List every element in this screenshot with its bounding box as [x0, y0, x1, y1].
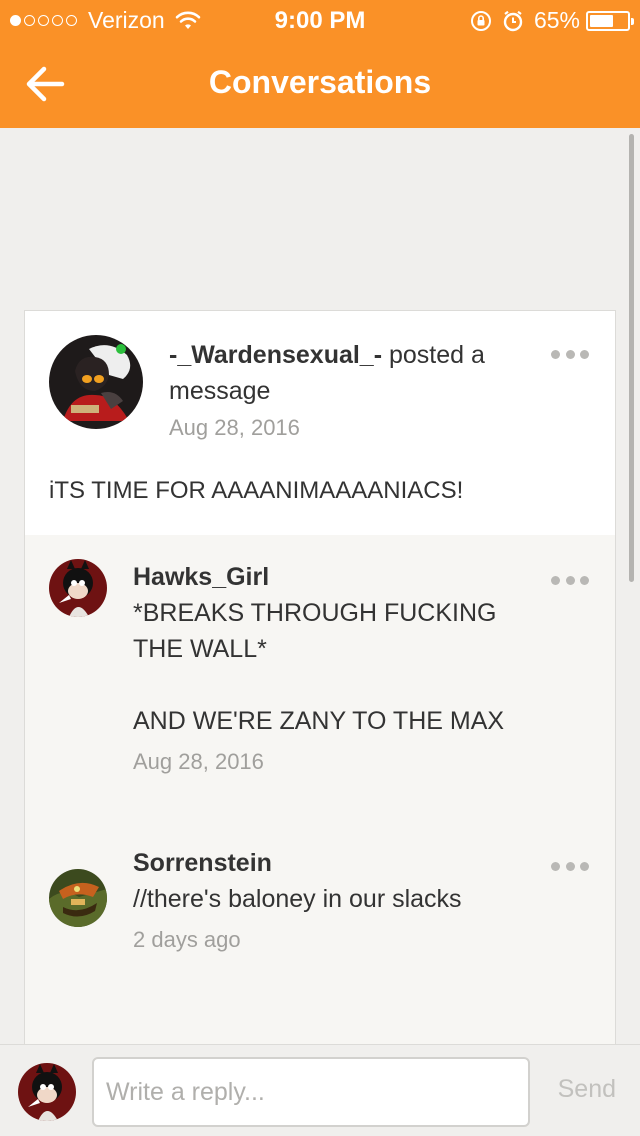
post-date: Aug 28, 2016	[169, 415, 300, 440]
rotation-lock-icon	[470, 10, 491, 31]
reply-bar: Send	[0, 1044, 640, 1136]
comment-date: 2 days ago	[133, 927, 241, 952]
alarm-icon	[503, 10, 523, 31]
comment-content: Sorrenstein //there's baloney in our sla…	[133, 845, 513, 955]
more-dot	[551, 349, 560, 359]
conversation-card: -_Wardensexual_- posted a message Aug 28…	[24, 310, 616, 1044]
more-dot	[565, 575, 575, 585]
post-username[interactable]: -_Wardensexual_-	[169, 341, 382, 369]
comment-content: Hawks_Girl *BREAKS THROUGH FUCKING THE W…	[133, 559, 513, 777]
comment-username[interactable]: Hawks_Girl	[133, 559, 513, 595]
comment-body: *BREAKS THROUGH FUCKING THE WALL* AND WE…	[133, 599, 505, 735]
scrollbar[interactable]	[629, 134, 634, 582]
avatar-image	[49, 869, 107, 927]
battery-percentage: 65%	[533, 7, 580, 33]
more-dot	[551, 861, 560, 871]
more-dot	[580, 349, 589, 359]
more-dot	[565, 861, 575, 871]
post-body: iTS TIME FOR AAAANIMAAAANIACS!	[49, 477, 464, 504]
more-dot	[565, 349, 575, 359]
status-bar: Verizon 9:00 PM 65%	[0, 0, 640, 40]
comment-body: //there's baloney in our slacks	[133, 885, 462, 913]
original-post: -_Wardensexual_- posted a message Aug 28…	[25, 311, 615, 535]
send-button[interactable]: Send	[558, 1075, 616, 1104]
avatar-image	[49, 559, 107, 617]
battery-icon	[586, 10, 634, 31]
comment-username[interactable]: Sorrenstein	[133, 845, 513, 881]
post-meta: -_Wardensexual_- posted a message Aug 28…	[169, 337, 529, 443]
battery-fill	[590, 14, 613, 27]
comment-date: Aug 28, 2016	[133, 749, 264, 774]
comment-item: Hawks_Girl *BREAKS THROUGH FUCKING THE W…	[25, 535, 615, 845]
avatar[interactable]	[49, 335, 143, 429]
avatar-image	[49, 335, 143, 429]
status-right: 65%	[470, 7, 634, 34]
comment-more-options-icon[interactable]	[551, 573, 589, 587]
more-dot	[580, 575, 589, 585]
conversation-scroll-area[interactable]: -_Wardensexual_- posted a message Aug 28…	[0, 128, 640, 1044]
avatar[interactable]	[49, 559, 107, 617]
navigation-bar: Conversations	[0, 40, 640, 128]
reply-input[interactable]	[92, 1057, 530, 1127]
comment-item: Sorrenstein //there's baloney in our sla…	[25, 845, 615, 1044]
top-bar: Verizon 9:00 PM 65% Conversations	[0, 0, 640, 128]
current-user-avatar[interactable]	[18, 1063, 76, 1121]
page-title: Conversations	[208, 64, 432, 100]
more-dot	[580, 861, 589, 871]
avatar-image	[18, 1063, 76, 1121]
battery-nub	[631, 17, 634, 25]
avatar[interactable]	[49, 869, 107, 927]
more-dot	[551, 575, 560, 585]
comment-more-options-icon[interactable]	[551, 859, 589, 873]
post-more-options-icon[interactable]	[551, 347, 589, 361]
